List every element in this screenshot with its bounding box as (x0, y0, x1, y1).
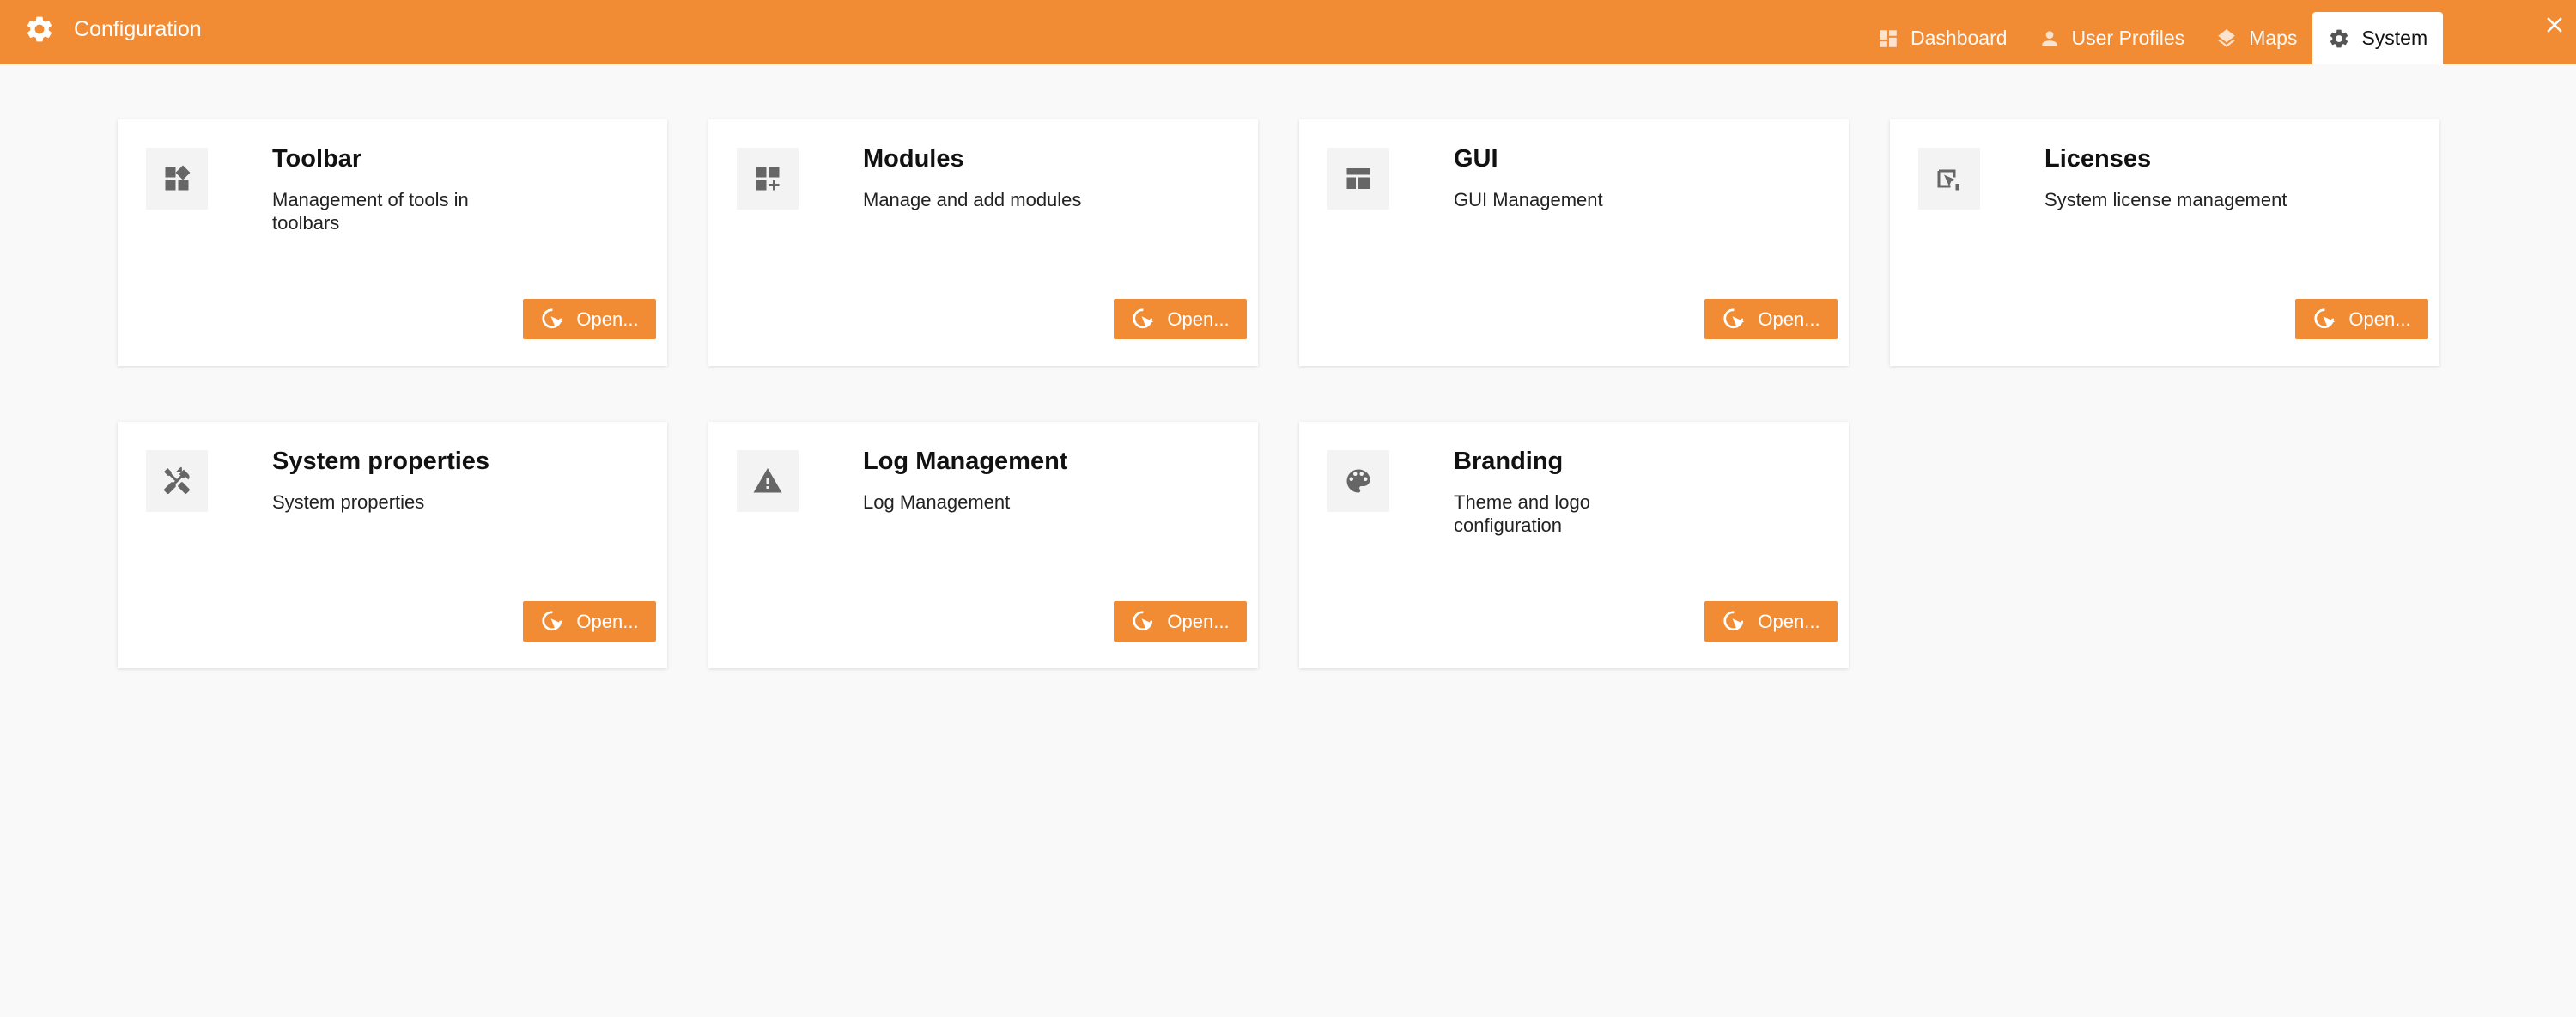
card-icon-box (1327, 450, 1389, 512)
card-toolbar: Toolbar Management of tools in toolbars … (118, 119, 667, 366)
tab-user-profiles-label: User Profiles (2071, 27, 2185, 49)
close-icon[interactable] (2542, 12, 2567, 38)
tab-system-label: System (2361, 27, 2428, 49)
open-cursor-icon (1133, 308, 1154, 328)
widgets-icon (165, 165, 191, 191)
card-title: Licenses (2044, 145, 2152, 173)
card-description: Log Management (863, 491, 1011, 513)
card-title: System properties (272, 448, 490, 475)
open-licenses-button[interactable]: Open... (2295, 299, 2428, 339)
open-cursor-icon (1723, 308, 1745, 328)
open-gui-button[interactable]: Open... (1704, 299, 1838, 339)
app-title: Configuration (24, 0, 202, 58)
tab-user-profiles[interactable]: User Profiles (2023, 12, 2201, 64)
tab-dashboard[interactable]: Dashboard (1862, 12, 2023, 64)
card-description: System properties (272, 491, 425, 513)
card-icon-box (737, 148, 799, 210)
gear-icon (2330, 29, 2348, 47)
open-cursor-icon (542, 308, 563, 328)
card-title: Log Management (863, 448, 1068, 475)
card-licenses: Licenses System license management Open.… (1890, 119, 2439, 366)
dashboard-icon (1880, 29, 1897, 47)
tab-system[interactable]: System (2312, 12, 2444, 64)
open-button-label: Open... (1167, 610, 1230, 632)
open-button-label: Open... (2348, 308, 2411, 330)
open-cursor-icon (542, 610, 563, 630)
warning-icon (753, 468, 782, 493)
card-title: Toolbar (272, 145, 362, 173)
add-module-icon (756, 167, 780, 191)
card-log-management: Log Management Log Management Open... (708, 422, 1258, 668)
open-button-label: Open... (576, 308, 639, 330)
card-description: Manage and add modules (863, 189, 1082, 210)
open-cursor-icon (1133, 610, 1154, 630)
open-button-label: Open... (576, 610, 639, 632)
card-description: Management of tools in toolbars (272, 189, 469, 234)
card-icon-box (737, 450, 799, 512)
card-gui: GUI GUI Management Open... (1299, 119, 1849, 366)
open-toolbar-button[interactable]: Open... (523, 299, 656, 339)
open-cursor-icon (2314, 308, 2336, 328)
card-icon-box (1327, 148, 1389, 210)
open-modules-button[interactable]: Open... (1114, 299, 1247, 339)
card-system-properties: System properties System properties Open… (118, 422, 667, 668)
card-description: System license management (2044, 189, 2287, 210)
open-button-label: Open... (1758, 308, 1820, 330)
open-system-properties-button[interactable]: Open... (523, 601, 656, 642)
card-icon-box (146, 148, 208, 210)
card-description: Theme and logo configuration (1454, 491, 1590, 536)
open-log-management-button[interactable]: Open... (1114, 601, 1247, 642)
open-branding-button[interactable]: Open... (1704, 601, 1838, 642)
main-nav: Dashboard User Profiles Maps System (1862, 12, 2444, 64)
card-title: Branding (1454, 448, 1564, 475)
gear-icon (27, 16, 52, 42)
user-icon (2041, 30, 2057, 46)
layout-icon (1346, 168, 1370, 189)
card-branding: Branding Theme and logo configuration Op… (1299, 422, 1849, 668)
tab-dashboard-label: Dashboard (1911, 27, 2008, 49)
tools-icon (164, 466, 190, 495)
card-description: GUI Management (1454, 189, 1603, 210)
open-button-label: Open... (1167, 308, 1230, 330)
layers-icon (2218, 28, 2235, 47)
top-bar: Configuration Dashboard User Profiles Ma… (0, 0, 2576, 64)
card-title: Modules (863, 145, 964, 173)
card-icon-box (146, 450, 208, 512)
app-title-text: Configuration (74, 16, 202, 41)
card-modules: Modules Manage and add modules Open... (708, 119, 1258, 366)
card-icon-box (1918, 148, 1980, 210)
tab-maps-label: Maps (2249, 27, 2298, 49)
palette-icon (1346, 469, 1370, 493)
open-button-label: Open... (1758, 610, 1820, 632)
tab-maps[interactable]: Maps (2200, 12, 2312, 64)
open-cursor-icon (1723, 610, 1745, 630)
card-title: GUI (1454, 145, 1498, 173)
license-icon (1937, 169, 1959, 191)
